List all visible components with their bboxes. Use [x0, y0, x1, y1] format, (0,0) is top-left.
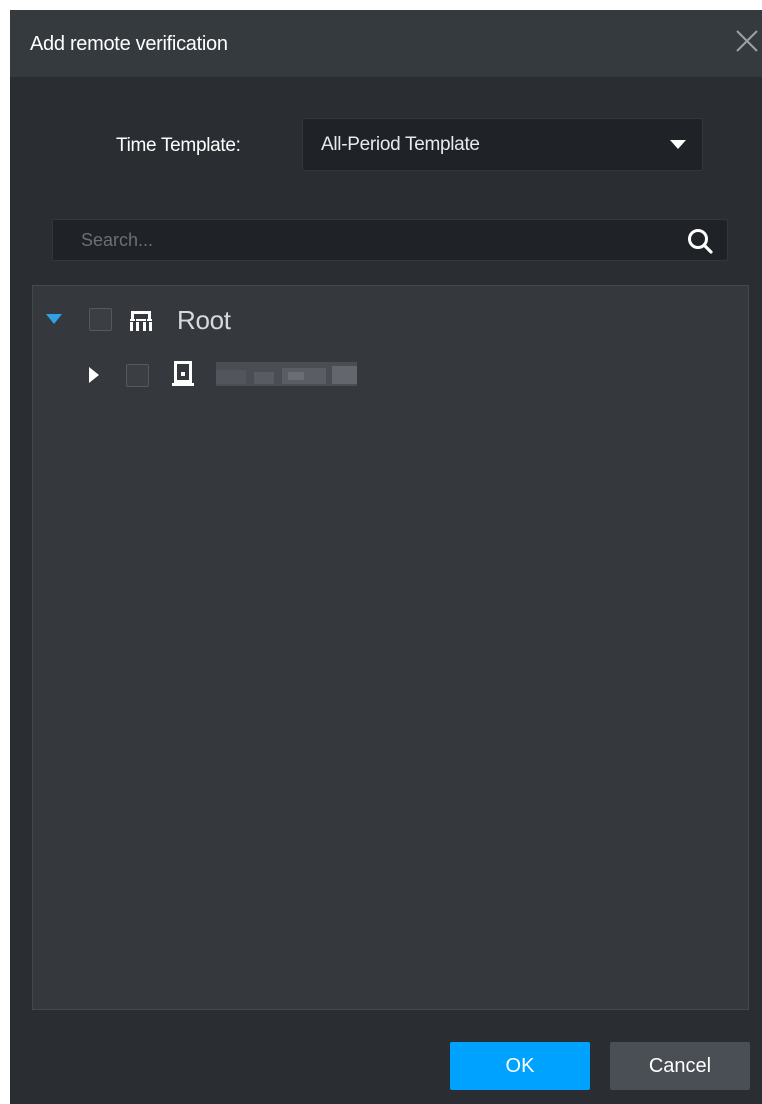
time-template-label: Time Template:: [116, 135, 241, 156]
door-device-icon: [172, 361, 194, 392]
redacted-device-name: [216, 362, 357, 386]
close-icon: [736, 30, 758, 52]
organization-icon: [129, 310, 153, 337]
close-button[interactable]: [732, 26, 762, 56]
dialog-title: Add remote verification: [30, 33, 228, 55]
time-template-select[interactable]: All-Period Template: [302, 118, 703, 171]
device-tree: Root: [32, 285, 749, 1010]
expand-right-icon[interactable]: [89, 367, 99, 383]
search-icon[interactable]: [687, 228, 713, 254]
device-checkbox[interactable]: [126, 364, 149, 387]
tree-node-root[interactable]: Root: [33, 302, 748, 336]
time-template-value: All-Period Template: [321, 134, 480, 155]
root-checkbox[interactable]: [89, 308, 112, 331]
dialog-titlebar: Add remote verification: [10, 10, 762, 78]
search-box: [52, 219, 728, 261]
add-remote-verification-dialog: Add remote verification Time Template: A…: [10, 10, 762, 1104]
search-input[interactable]: [53, 220, 673, 260]
cancel-button[interactable]: Cancel: [610, 1042, 750, 1090]
caret-down-icon: [670, 140, 686, 149]
ok-button[interactable]: OK: [450, 1042, 590, 1090]
tree-node-device[interactable]: [33, 358, 748, 392]
root-label: Root: [177, 305, 231, 335]
expand-down-icon[interactable]: [46, 314, 62, 324]
